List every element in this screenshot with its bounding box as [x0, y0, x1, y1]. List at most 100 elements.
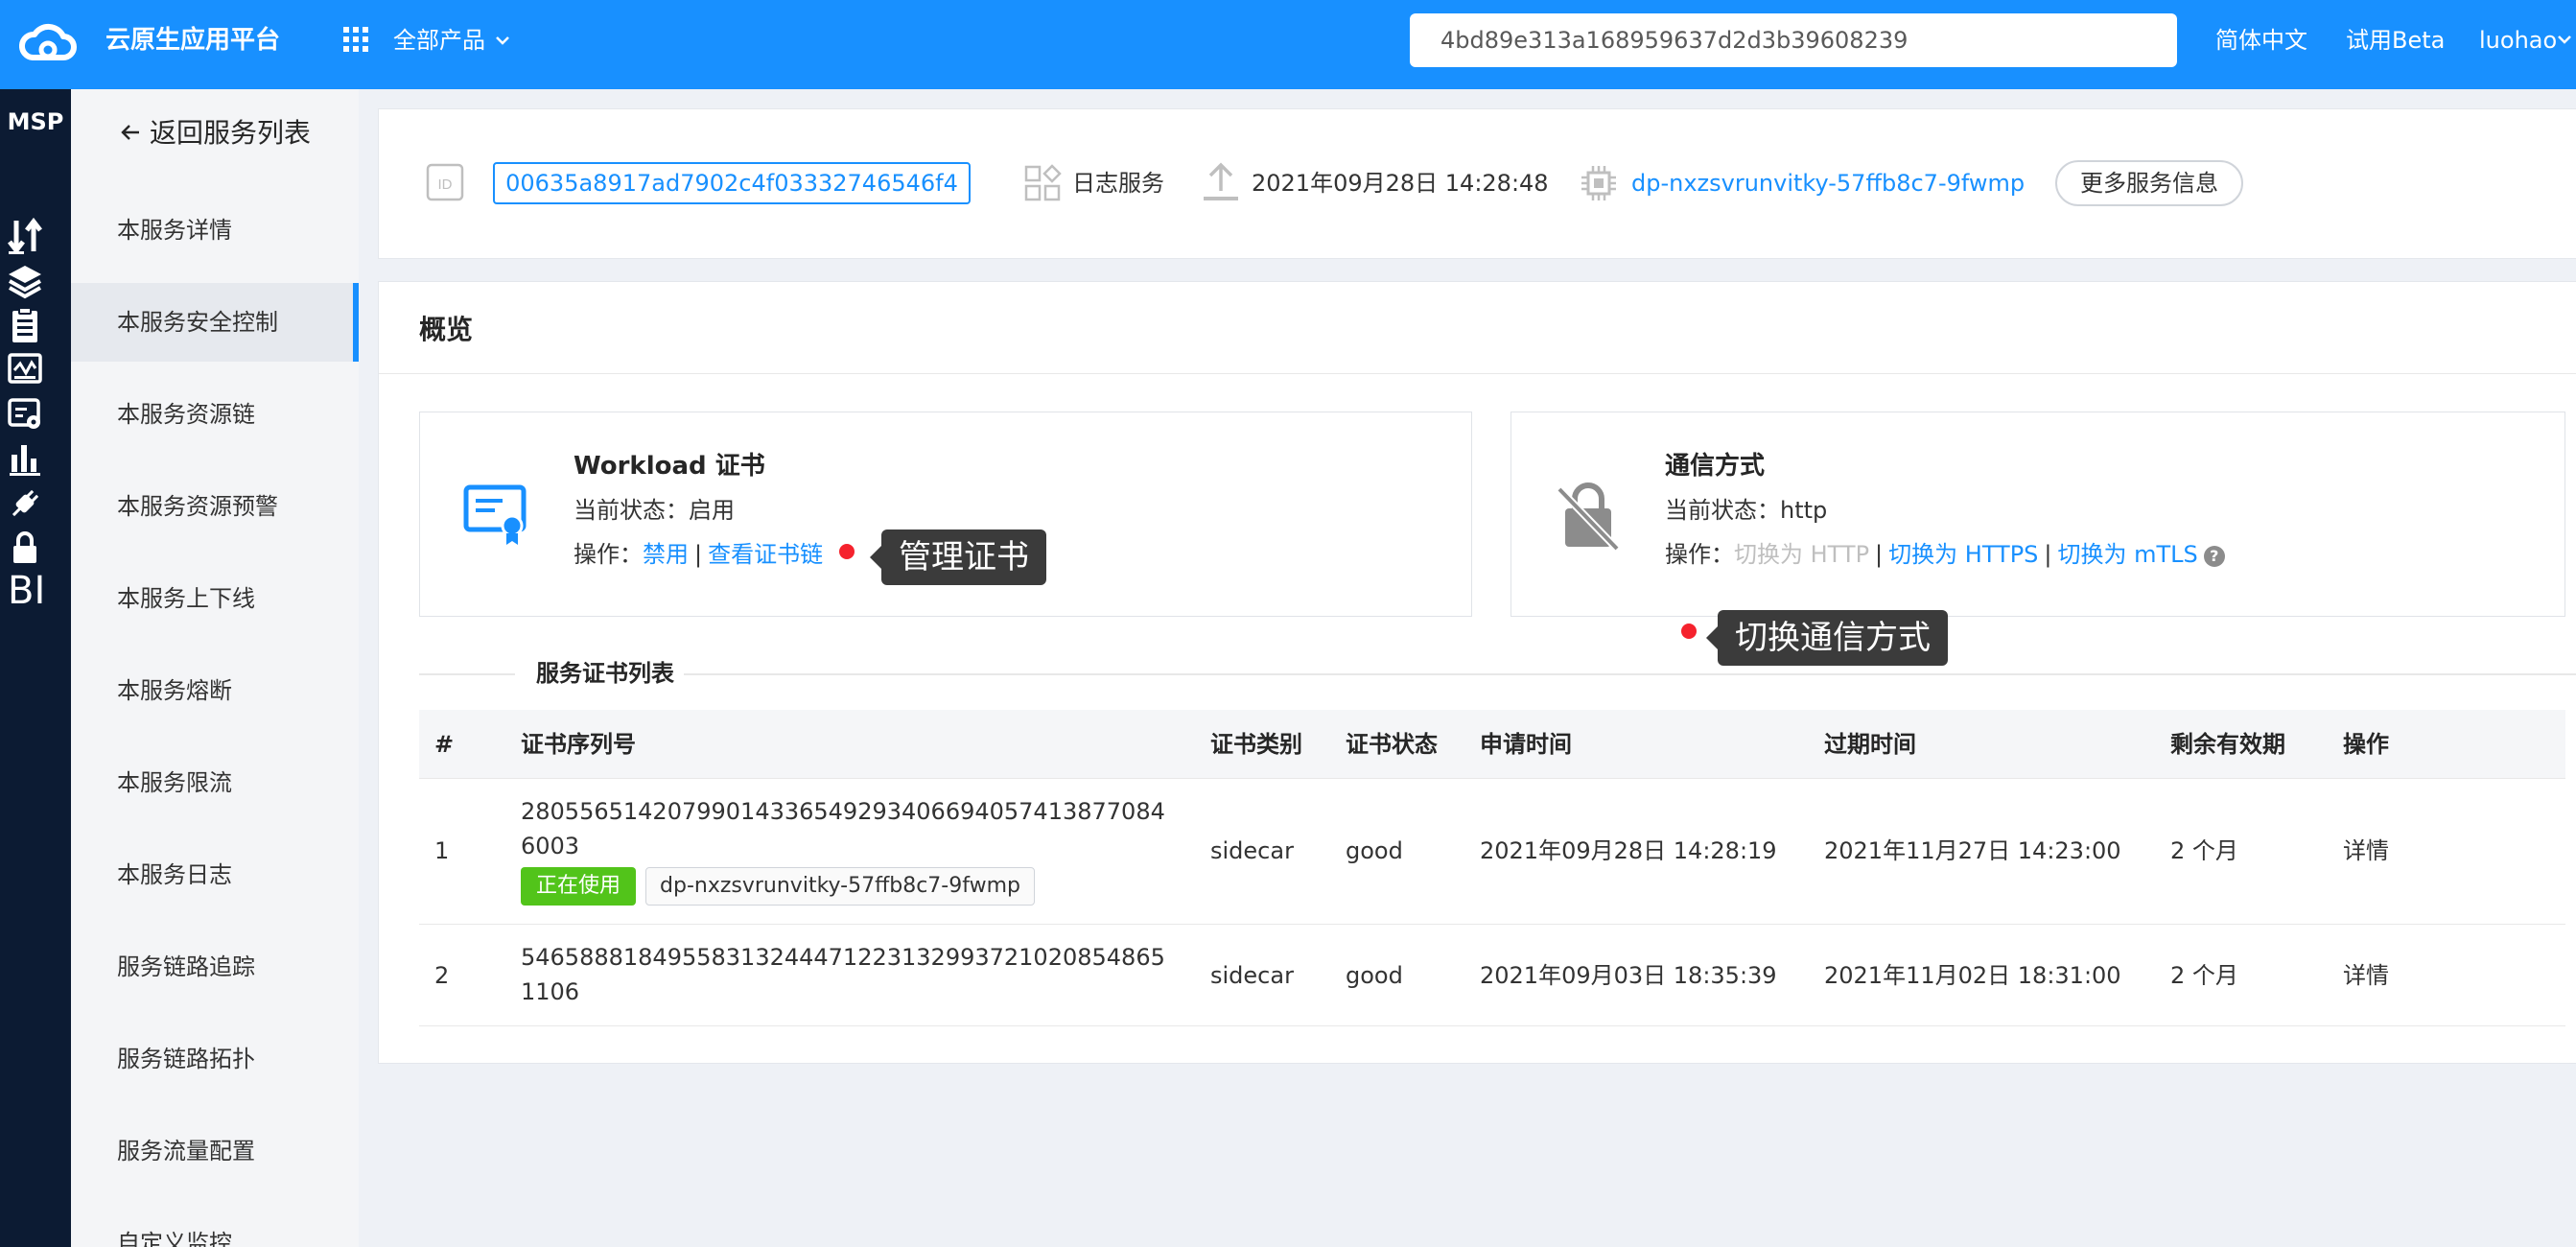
lock-icon[interactable] [7, 529, 43, 567]
service-id-value[interactable]: 00635a8917ad7902c4f03332746546f4 [493, 162, 971, 204]
chevron-down-icon[interactable] [2555, 30, 2574, 49]
id-label: ID [438, 176, 453, 193]
subnav-item-circuit-breaker[interactable]: 本服务熔断 [71, 651, 359, 730]
divider [419, 673, 515, 675]
language-switch[interactable]: 简体中文 [2215, 22, 2307, 59]
subnav-item-resource-alert[interactable]: 本服务资源预警 [71, 467, 359, 546]
ops-label: 操作： [1665, 541, 1734, 568]
created-time: 2021年09月28日 14:28:48 [1252, 170, 1549, 197]
annotation-dot [1681, 624, 1697, 639]
settings-screen-icon[interactable] [7, 395, 43, 434]
communication-mode-card: 通信方式 当前状态：http 操作：切换为 HTTP | 切换为 HTTPS | 切换为… [1510, 412, 2565, 617]
subnav-item-service-detail[interactable]: 本服务详情 [71, 191, 359, 270]
monitor-wave-icon[interactable] [7, 350, 43, 388]
subnav-item-tracing[interactable]: 服务链路追踪 [71, 928, 359, 1006]
switch-to-http-link: 切换为 HTTP [1734, 541, 1870, 568]
search-input[interactable]: 4bd89e313a168959637d2d3b39608239 [1410, 13, 2177, 67]
cert-type: sidecar [1210, 837, 1294, 864]
column-header-applied: 申请时间 [1480, 731, 1572, 758]
help-icon[interactable]: ? [2203, 546, 2225, 567]
column-header-action: 操作 [2343, 731, 2389, 758]
in-use-badge: 正在使用 [521, 867, 637, 906]
cert-serial: 2805565142079901433654929340669405741387… [521, 798, 1165, 859]
subnav-item-security-control[interactable]: 本服务安全控制 [71, 283, 359, 362]
status-value: 启用 [689, 497, 735, 524]
workload-cert-ops: 操作：禁用 | 查看证书链 [574, 537, 823, 572]
table-header: # 证书序列号 证书类别 证书状态 申请时间 过期时间 剩余有效期 操作 [419, 710, 2565, 779]
user-menu[interactable]: luohao [2479, 22, 2557, 59]
rail-title[interactable]: MSP [0, 108, 71, 135]
status-value: http [1780, 497, 1828, 524]
more-service-info-button[interactable]: 更多服务信息 [2055, 160, 2243, 206]
table-row: 1 28055651420799014336549293406694057413… [419, 779, 2565, 925]
platform-title[interactable]: 云原生应用平台 [105, 22, 280, 59]
transfer-arrows-icon[interactable] [7, 217, 43, 255]
separator: | [1875, 541, 1884, 568]
communication-status: 当前状态：http [1665, 493, 1827, 528]
divider [684, 673, 2576, 675]
disable-link[interactable]: 禁用 [643, 541, 689, 568]
row-index: 2 [434, 962, 450, 989]
annotation-dot [839, 544, 855, 559]
remaining-validity: 2 个月 [2170, 962, 2238, 989]
view-cert-chain-link[interactable]: 查看证书链 [708, 541, 823, 568]
separator: | [2044, 541, 2052, 568]
beta-link[interactable]: 试用Beta [2346, 22, 2445, 59]
bi-icon[interactable]: BI [8, 572, 45, 610]
workload-cert-title: Workload 证书 [574, 452, 765, 481]
applied-time: 2021年09月03日 18:35:39 [1480, 962, 1777, 989]
column-header-type: 证书类别 [1210, 731, 1302, 758]
upload-icon [1204, 162, 1238, 200]
service-info-bar: ID 00635a8917ad7902c4f03332746546f4 日志服务… [378, 108, 2576, 259]
all-products-menu[interactable]: 全部产品 [393, 23, 485, 58]
subnav-item-logs[interactable]: 本服务日志 [71, 835, 359, 914]
column-header-status: 证书状态 [1346, 731, 1438, 758]
expire-time: 2021年11月02日 18:31:00 [1824, 962, 2121, 989]
overview-panel: 概览 Workload 证书 当前状态：启用 操作：禁用 | 查看证书链 通信方式 … [378, 281, 2576, 1064]
top-bar: 云原生应用平台 全部产品 4bd89e313a168959637d2d3b396… [0, 0, 2576, 89]
cert-status: good [1346, 837, 1403, 864]
bar-chart-icon[interactable] [7, 439, 43, 478]
detail-link[interactable]: 详情 [2343, 959, 2389, 992]
subnav-item-custom-monitor[interactable]: 自定义监控 [71, 1204, 359, 1247]
switch-to-https-link[interactable]: 切换为 HTTPS [1888, 541, 2038, 568]
workload-cert-status: 当前状态：启用 [574, 493, 735, 528]
clipboard-icon[interactable] [7, 306, 43, 344]
communication-ops: 操作：切换为 HTTP | 切换为 HTTPS | 切换为 mTLS? [1665, 537, 2225, 572]
status-label: 当前状态： [1665, 497, 1780, 524]
subnav-item-resource-chain[interactable]: 本服务资源链 [71, 375, 359, 454]
plug-icon[interactable] [7, 484, 43, 523]
module-rail: MSP BI [0, 89, 71, 1247]
apps-grid-icon[interactable] [341, 25, 370, 54]
table-row: 2 54658881849558313244471223132993721020… [419, 925, 2565, 1026]
communication-title: 通信方式 [1665, 452, 1766, 481]
divider [379, 373, 2576, 374]
detail-link[interactable]: 详情 [2343, 835, 2389, 867]
id-badge-icon: ID [426, 163, 464, 201]
subnav-item-traffic-config[interactable]: 服务流量配置 [71, 1112, 359, 1190]
remaining-validity: 2 个月 [2170, 837, 2238, 864]
cloud-logo-icon[interactable] [19, 21, 77, 65]
subnav-item-rate-limit[interactable]: 本服务限流 [71, 743, 359, 822]
cert-status: good [1346, 962, 1403, 989]
switch-to-mtls-link[interactable]: 切换为 mTLS [2058, 541, 2198, 568]
back-to-service-list[interactable]: 返回服务列表 [119, 114, 311, 153]
deployment-link[interactable]: dp-nxzsvrunvitky-57ffb8c7-9fwmp [1631, 166, 2025, 200]
ops-label: 操作： [574, 541, 643, 568]
applied-time: 2021年09月28日 14:28:19 [1480, 837, 1777, 864]
back-label: 返回服务列表 [150, 117, 312, 149]
separator: | [694, 541, 703, 568]
arrow-left-icon [121, 125, 139, 140]
service-sidebar: 返回服务列表 本服务详情 本服务安全控制 本服务资源链 本服务资源预警 本服务上… [71, 89, 359, 1247]
layers-icon[interactable] [7, 262, 43, 300]
pod-badge: dp-nxzsvrunvitky-57ffb8c7-9fwmp [645, 867, 1035, 906]
certificate-icon [463, 484, 527, 545]
switch-comm-tooltip: 切换通信方式 [1706, 610, 1948, 666]
column-header-serial: 证书序列号 [521, 731, 636, 758]
service-type-icon [1024, 164, 1062, 201]
subnav-item-topology[interactable]: 服务链路拓扑 [71, 1020, 359, 1098]
column-header-index: # [434, 731, 455, 758]
panel-title: 概览 [419, 314, 474, 345]
chevron-down-icon[interactable] [493, 31, 512, 50]
subnav-item-online-offline[interactable]: 本服务上下线 [71, 559, 359, 638]
